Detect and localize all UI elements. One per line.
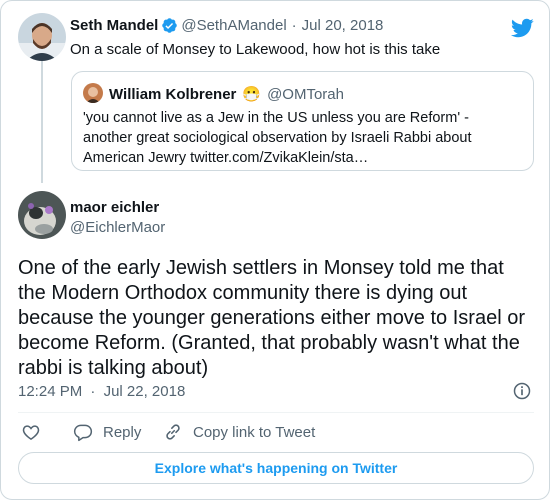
separator-dot: ·: [90, 383, 96, 400]
copy-link-label: Copy link to Tweet: [193, 423, 316, 441]
twitter-bird-icon[interactable]: [510, 16, 534, 40]
reply-to-text: On a scale of Monsey to Lakewood, how ho…: [70, 41, 441, 58]
tweet-author-handle-line: @EichlerMaor: [70, 219, 165, 236]
reply-to-header: Seth Mandel @SethAMandel · Jul 20, 2018: [70, 17, 383, 34]
avatar-william-kolbrener: [83, 83, 103, 103]
info-icon[interactable]: [512, 381, 532, 401]
avatar-seth-mandel[interactable]: [18, 13, 66, 61]
quoted-text-line: 'you cannot live as a Jew in the US unle…: [83, 110, 469, 126]
copy-link-button[interactable]: Copy link to Tweet: [163, 422, 315, 442]
quoted-text-line: American Jewry twitter.com/ZvikaKlein/st…: [83, 150, 369, 166]
quoted-header: William Kolbrener 😷 @OMTorah: [109, 85, 344, 104]
quoted-tweet[interactable]: William Kolbrener 😷 @OMTorah 'you cannot…: [71, 71, 534, 171]
verified-badge-icon: [162, 18, 178, 33]
tweet-text: One of the early Jewish settlers in Mons…: [18, 257, 525, 379]
quoted-text: 'you cannot live as a Jew in the US unle…: [83, 108, 528, 168]
face-mask-emoji: 😷: [242, 86, 262, 103]
tweet-handle[interactable]: @EichlerMaor: [70, 219, 165, 236]
quoted-text-line: another great sociological observation b…: [83, 130, 472, 146]
tweet-embed-card: Seth Mandel @SethAMandel · Jul 20, 2018 …: [0, 0, 550, 500]
reply-label: Reply: [103, 423, 142, 441]
explore-twitter-button[interactable]: Explore what's happening on Twitter: [18, 452, 534, 484]
reply-button[interactable]: Reply: [73, 422, 141, 442]
divider: [18, 412, 534, 413]
avatar-maor-eichler[interactable]: [18, 191, 66, 239]
tweet-display-name[interactable]: maor eichler: [70, 199, 159, 216]
heart-icon: [22, 425, 40, 440]
separator-dot: ·: [291, 17, 297, 34]
tweet-timestamp[interactable]: 12:24 PM · Jul 22, 2018: [18, 383, 185, 400]
reply-to-display-name[interactable]: Seth Mandel: [70, 17, 158, 34]
quoted-handle: @OMTorah: [267, 85, 344, 103]
tweet-time[interactable]: 12:24 PM: [18, 383, 82, 400]
quoted-display-name: William Kolbrener: [109, 85, 237, 103]
thread-connector-line: [41, 61, 43, 183]
explore-label: Explore what's happening on Twitter: [154, 460, 398, 476]
like-button[interactable]: [21, 422, 41, 442]
reply-to-date[interactable]: Jul 20, 2018: [302, 17, 384, 34]
reply-to-handle[interactable]: @SethAMandel: [181, 17, 286, 34]
reply-icon: [73, 424, 93, 442]
link-icon: [166, 424, 180, 440]
tweet-author-name-line: maor eichler: [70, 199, 159, 216]
tweet-date[interactable]: Jul 22, 2018: [104, 383, 186, 400]
